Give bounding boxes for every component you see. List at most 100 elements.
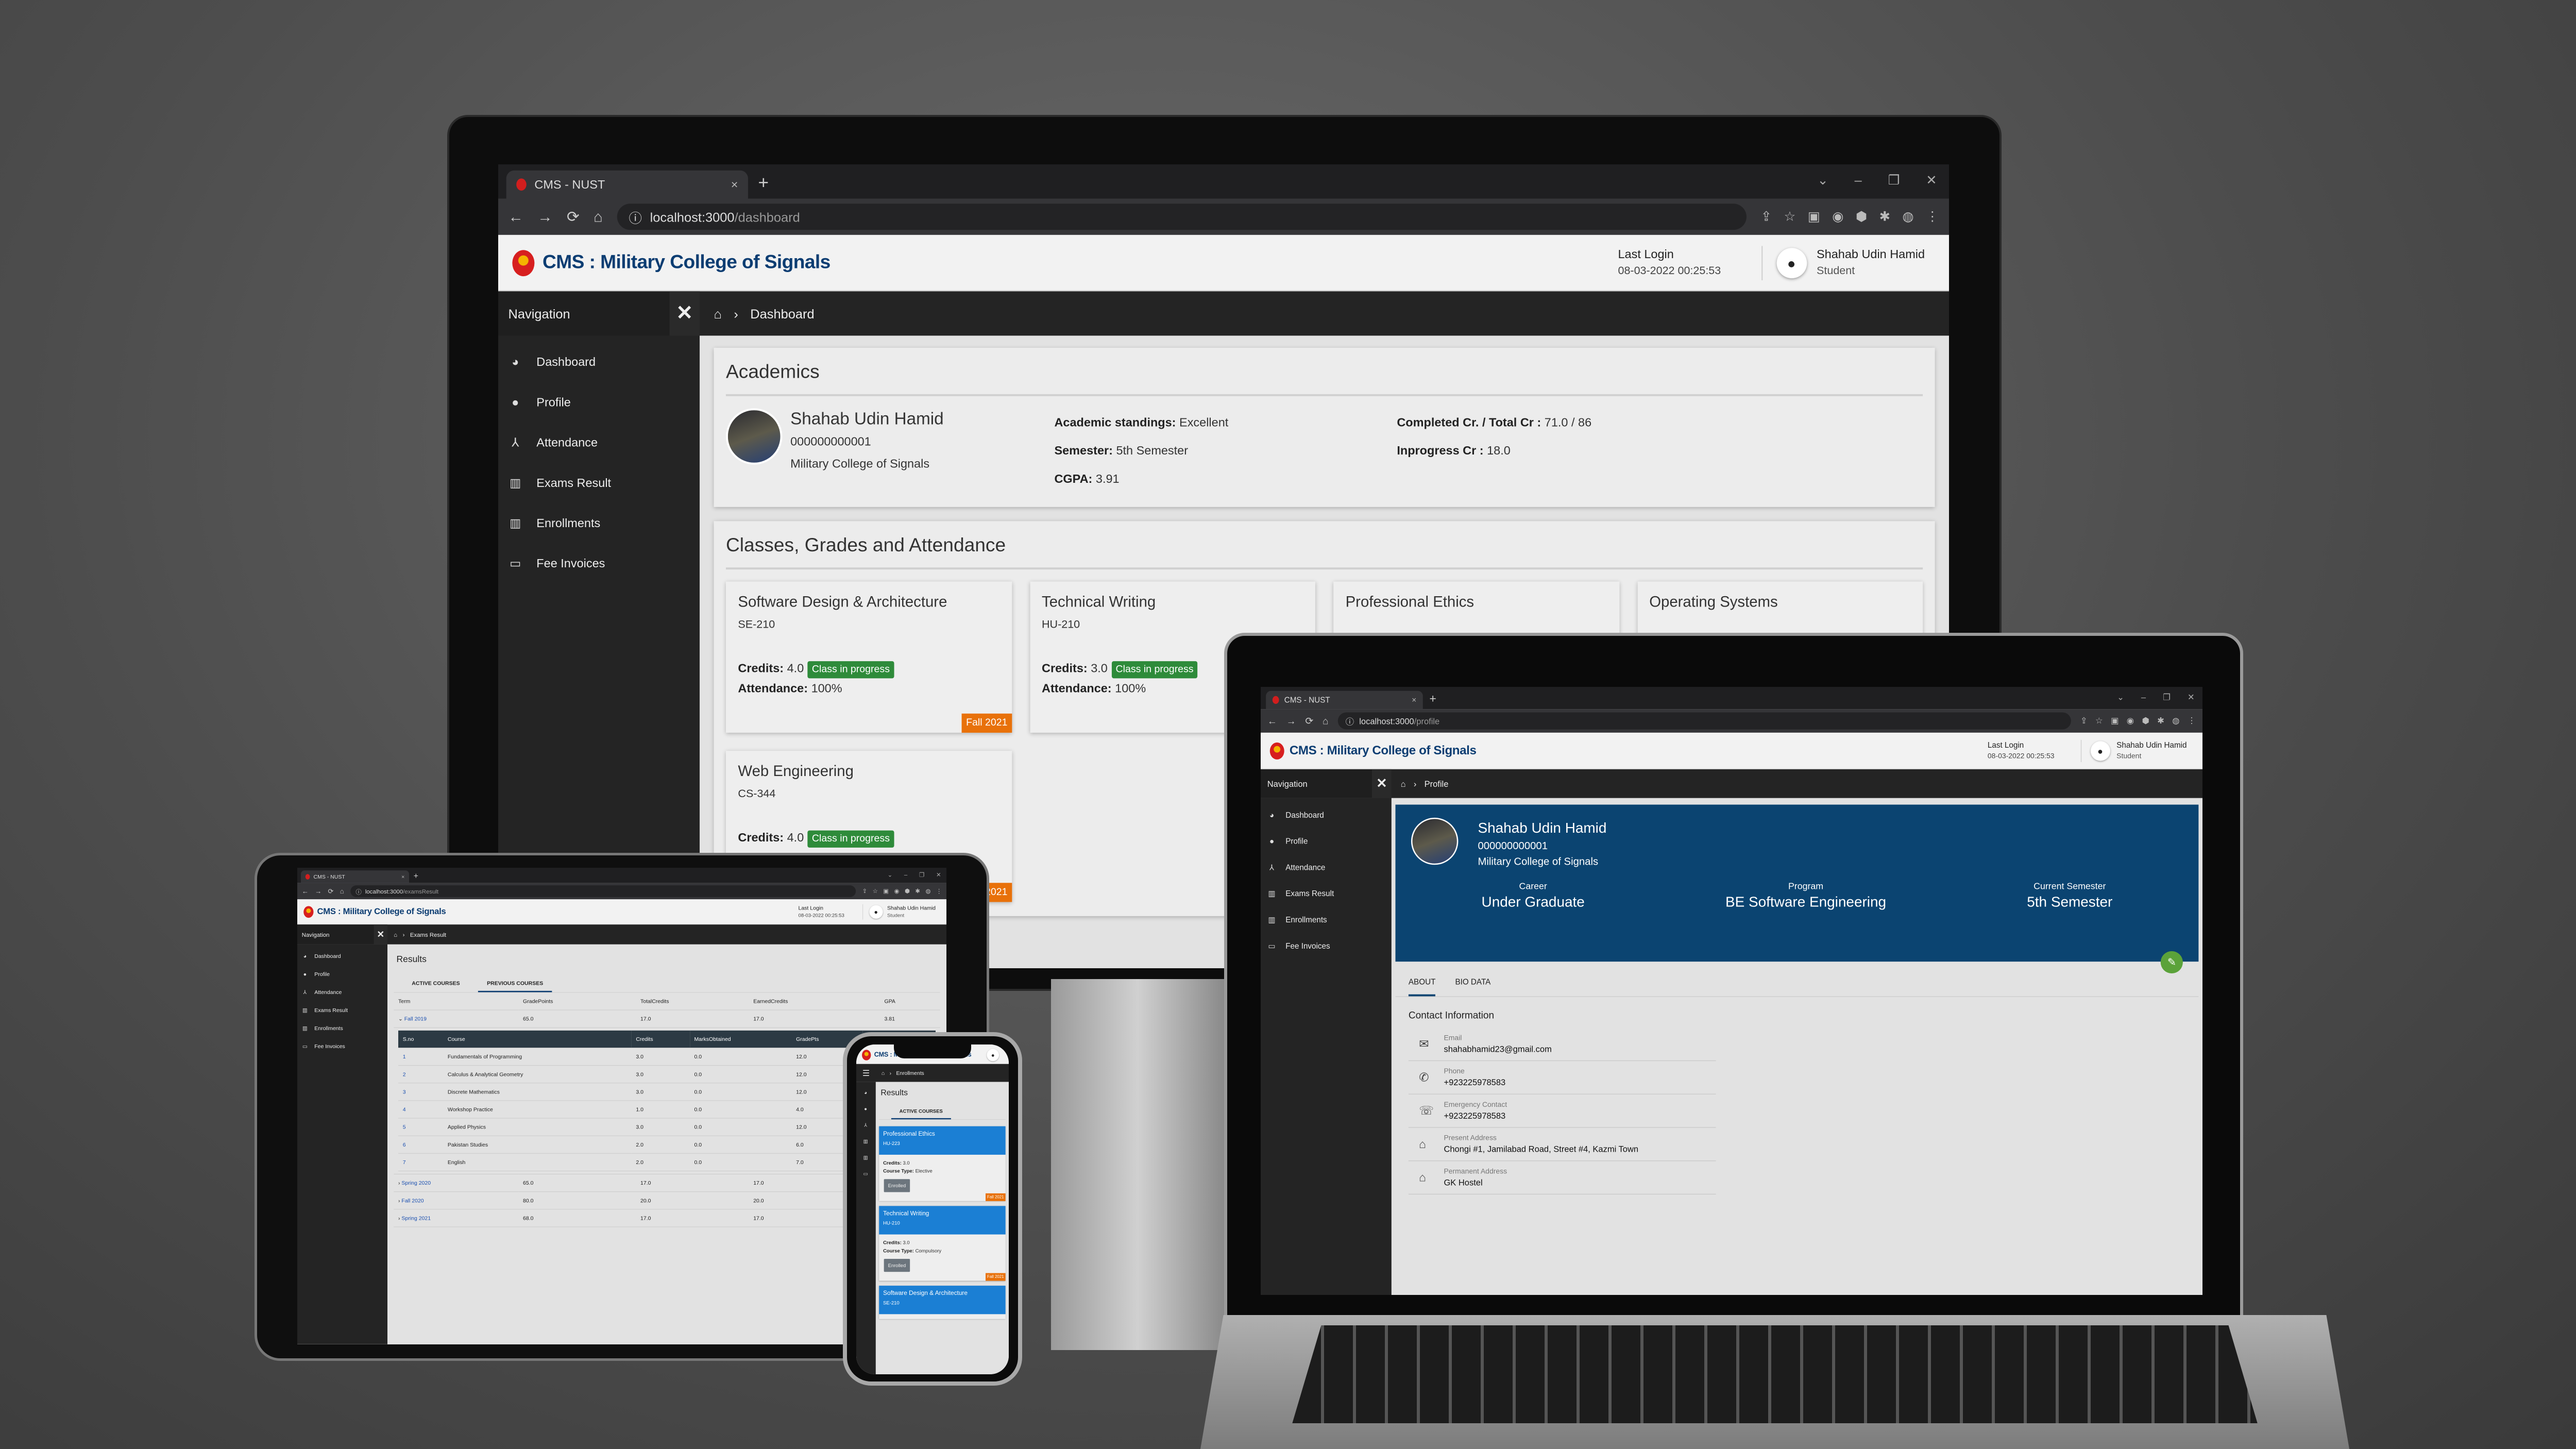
reload-icon[interactable]: ⟳ — [1305, 715, 1313, 727]
menu-kebab-icon[interactable]: ⋮ — [2188, 716, 2196, 726]
course-card[interactable]: Software Design & Architecture SE-210 — [879, 1286, 1006, 1319]
bookmark-star-icon[interactable]: ☆ — [1784, 209, 1795, 225]
profile-avatar-icon[interactable]: ◍ — [1902, 209, 1913, 225]
sidebar-item-attendance[interactable]: ⅄ Attendance — [498, 423, 700, 463]
forward-icon[interactable]: → — [315, 887, 321, 895]
extension-icon[interactable]: ◉ — [1832, 209, 1843, 225]
sidebar-item-dashboard[interactable]: ◕ — [856, 1084, 876, 1101]
sidebar-item-exams-result[interactable]: ▥ — [856, 1133, 876, 1150]
tab-bio-data[interactable]: BIO DATA — [1455, 978, 1490, 997]
enrolled-button[interactable]: Enrolled — [884, 1179, 910, 1192]
sidebar-item-fee-invoices[interactable]: ▭ Fee Invoices — [1261, 933, 1392, 959]
extension-icon[interactable]: ▣ — [883, 888, 889, 895]
home-icon[interactable]: ⌂ — [394, 931, 397, 938]
back-icon[interactable]: ← — [1267, 715, 1277, 727]
extension-icon[interactable]: ⬢ — [2142, 716, 2149, 726]
url-input[interactable]: ⓘ localhost:3000/dashboard — [617, 204, 1747, 230]
sidebar-item-attendance[interactable]: ⅄ Attendance — [297, 983, 387, 1001]
puzzle-icon[interactable]: ✱ — [2157, 716, 2164, 726]
sidebar-item-enrollments[interactable]: ▥ — [856, 1150, 876, 1166]
reload-icon[interactable]: ⟳ — [567, 208, 580, 226]
sidebar-item-enrollments[interactable]: ▥ Enrollments — [1261, 907, 1392, 933]
term-row[interactable]: ⌄ Fall 2019 65.0 17.0 17.0 3.81 — [394, 1010, 940, 1028]
tab-search-button[interactable]: ⌄ — [1817, 173, 1828, 189]
puzzle-icon[interactable]: ✱ — [1879, 209, 1890, 225]
tab-close-button[interactable]: × — [401, 873, 404, 880]
back-icon[interactable]: ← — [509, 208, 523, 225]
class-card[interactable]: Software Design & Architecture SE-210 Cre… — [725, 581, 1012, 733]
close-window-button[interactable]: ✕ — [1926, 173, 1937, 189]
maximize-button[interactable]: ❐ — [2163, 692, 2171, 702]
url-input[interactable]: ⓘ localhost:3000/examsResult — [350, 885, 856, 897]
extension-icon[interactable]: ⬢ — [905, 888, 910, 895]
menu-kebab-icon[interactable]: ⋮ — [1926, 209, 1939, 225]
course-card[interactable]: Technical Writing HU-210 Credits: 3.0 Cour… — [879, 1206, 1006, 1281]
tab-search-button[interactable]: ⌄ — [888, 871, 893, 879]
sidebar-item-fee-invoices[interactable]: ▭ Fee Invoices — [498, 543, 700, 583]
extension-icon[interactable]: ⬢ — [1856, 209, 1867, 225]
extension-icon[interactable]: ▣ — [1808, 209, 1820, 225]
tab-search-button[interactable]: ⌄ — [2117, 692, 2124, 702]
new-tab-button[interactable]: + — [1430, 692, 1436, 706]
browser-tab[interactable]: CMS - NUST × — [1266, 690, 1423, 710]
user-avatar-icon[interactable]: ● — [869, 905, 883, 919]
hamburger-menu-icon[interactable]: ☰ — [856, 1068, 876, 1078]
sidebar-item-fee-invoices[interactable]: ▭ — [856, 1166, 876, 1182]
maximize-button[interactable]: ❐ — [1888, 173, 1900, 189]
minimize-button[interactable]: – — [2141, 692, 2146, 702]
extension-icon[interactable]: ▣ — [2111, 716, 2119, 726]
chevron-right-icon[interactable]: › — [398, 1180, 400, 1186]
sidebar-item-enrollments[interactable]: ▥ Enrollments — [498, 503, 700, 543]
forward-icon[interactable]: → — [537, 208, 552, 225]
minimize-button[interactable]: – — [1855, 173, 1862, 189]
bookmark-star-icon[interactable]: ☆ — [2095, 716, 2103, 726]
close-window-button[interactable]: ✕ — [2188, 692, 2195, 702]
close-sidebar-icon[interactable]: ✕ — [374, 924, 387, 945]
course-card[interactable]: Professional Ethics HU-223 Credits: 3.0 Co… — [879, 1126, 1006, 1201]
tab-close-button[interactable]: × — [731, 177, 738, 191]
enrolled-button[interactable]: Enrolled — [884, 1258, 910, 1272]
tab-previous-courses[interactable]: PREVIOUS COURSES — [478, 975, 552, 992]
extension-icon[interactable]: ◉ — [894, 888, 900, 895]
home-icon[interactable]: ⌂ — [594, 208, 603, 225]
browser-tab[interactable]: CMS - NUST × — [301, 870, 409, 883]
maximize-button[interactable]: ❐ — [919, 871, 924, 879]
close-sidebar-icon[interactable]: ✕ — [1371, 769, 1392, 798]
home-icon[interactable]: ⌂ — [1323, 715, 1329, 727]
tab-active-courses[interactable]: ACTIVE COURSES — [891, 1104, 951, 1120]
bookmark-star-icon[interactable]: ☆ — [873, 888, 878, 895]
puzzle-icon[interactable]: ✱ — [915, 888, 920, 895]
sidebar-item-attendance[interactable]: ⅄ — [856, 1117, 876, 1134]
tab-active-courses[interactable]: ACTIVE COURSES — [412, 975, 460, 992]
profile-avatar-icon[interactable]: ◍ — [925, 888, 930, 895]
sidebar-item-profile[interactable]: ● Profile — [498, 382, 700, 422]
chevron-right-icon[interactable]: › — [398, 1215, 400, 1221]
edit-profile-button[interactable]: ✎ — [2160, 951, 2183, 974]
sidebar-item-attendance[interactable]: ⅄ Attendance — [1261, 854, 1392, 881]
sidebar-item-exams-result[interactable]: ▥ Exams Result — [297, 1001, 387, 1019]
back-icon[interactable]: ← — [302, 887, 309, 895]
new-tab-button[interactable]: + — [758, 173, 769, 194]
home-icon[interactable]: ⌂ — [340, 887, 344, 895]
sidebar-item-exams-result[interactable]: ▥ Exams Result — [498, 463, 700, 503]
new-tab-button[interactable]: + — [414, 871, 418, 881]
user-avatar-icon[interactable]: ● — [2090, 740, 2110, 761]
share-icon[interactable]: ⇪ — [862, 888, 868, 895]
share-icon[interactable]: ⇪ — [1761, 209, 1772, 225]
user-avatar-icon[interactable]: ● — [987, 1049, 999, 1061]
user-menu[interactable]: Shahab Udin Hamid Student — [887, 904, 936, 919]
reload-icon[interactable]: ⟳ — [328, 887, 334, 896]
sidebar-item-profile[interactable]: ● — [856, 1101, 876, 1117]
home-icon[interactable]: ⌂ — [1401, 779, 1406, 788]
sidebar-item-dashboard[interactable]: ◕ Dashboard — [498, 342, 700, 382]
minimize-button[interactable]: – — [904, 871, 907, 879]
sidebar-item-profile[interactable]: ● Profile — [297, 965, 387, 983]
home-icon[interactable]: ⌂ — [714, 306, 721, 321]
home-icon[interactable]: ⌂ — [882, 1070, 885, 1076]
sidebar-item-profile[interactable]: ● Profile — [1261, 828, 1392, 854]
close-window-button[interactable]: ✕ — [936, 871, 941, 879]
user-menu[interactable]: Shahab Udin Hamid Student — [1817, 245, 1925, 279]
user-menu[interactable]: Shahab Udin Hamid Student — [2116, 739, 2187, 762]
close-sidebar-icon[interactable]: ✕ — [669, 291, 700, 336]
chevron-down-icon[interactable]: ⌄ — [398, 1016, 403, 1022]
